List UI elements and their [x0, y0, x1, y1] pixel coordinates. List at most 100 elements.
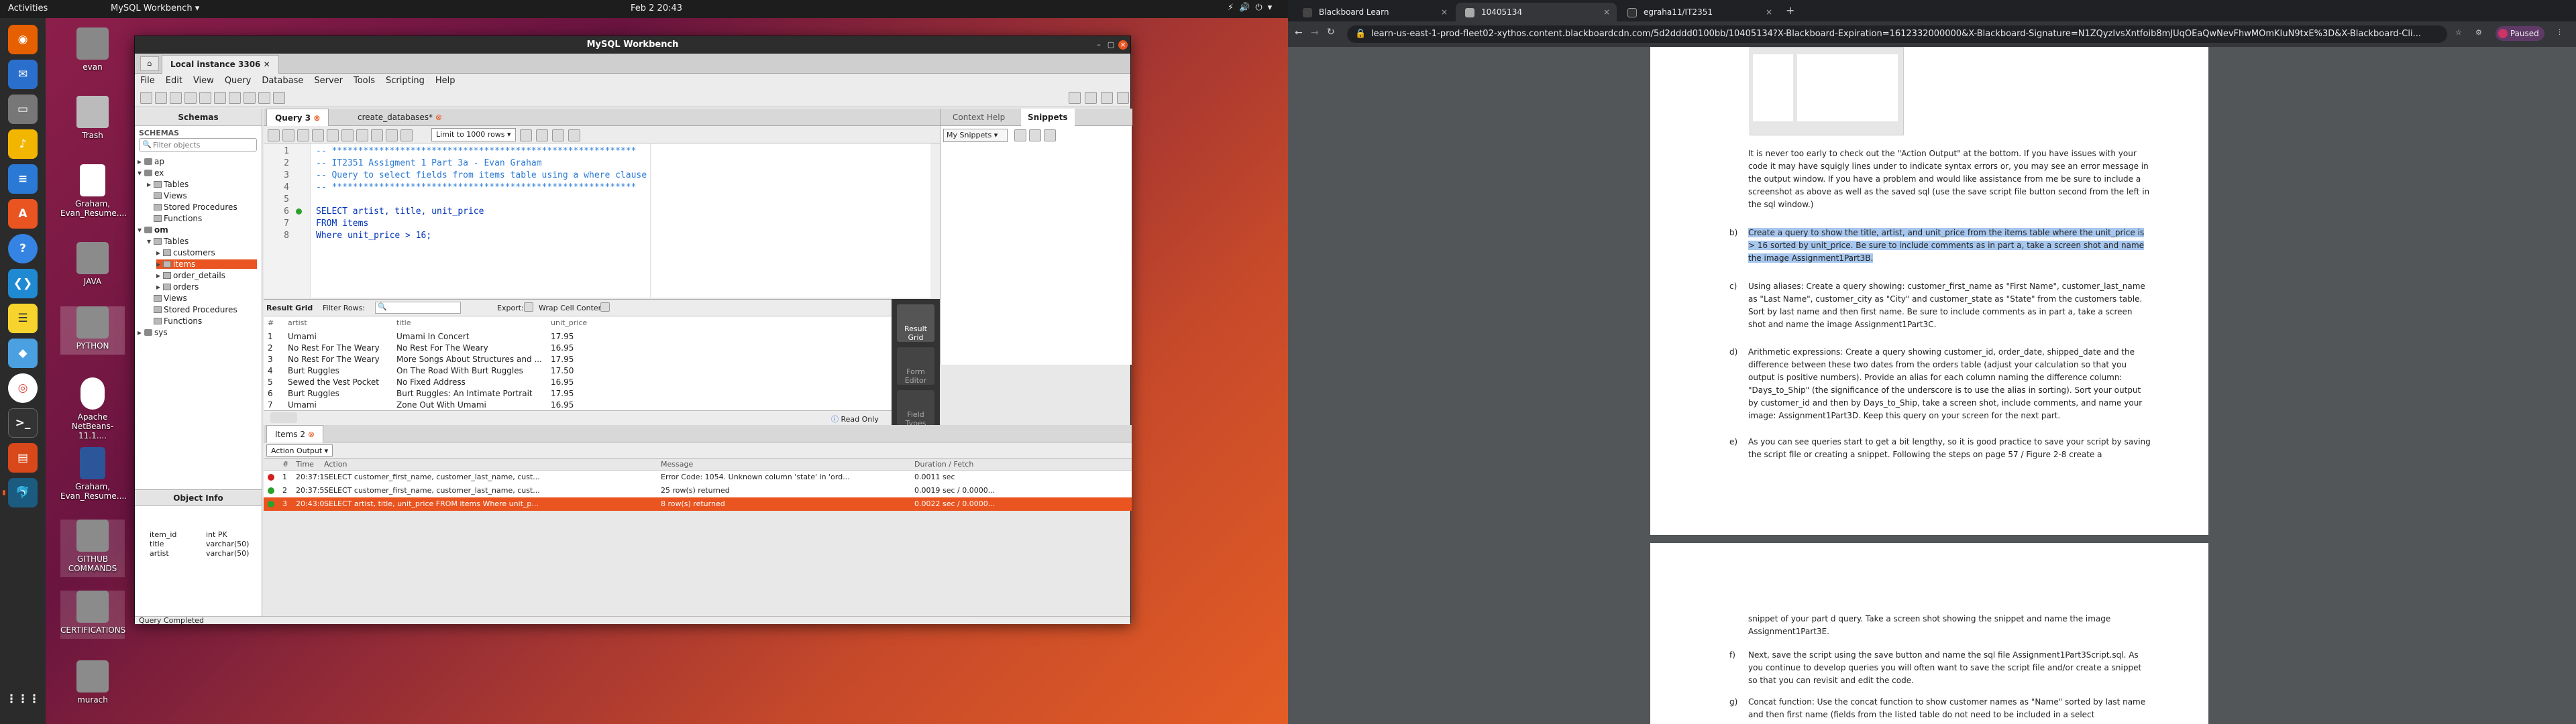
menu-query[interactable]: Query — [219, 74, 257, 88]
snippet-replace-icon[interactable] — [1029, 129, 1041, 141]
limit-select[interactable]: Limit to 1000 rows ▾ — [431, 128, 516, 141]
close-icon[interactable]: ⊗ — [435, 113, 442, 122]
system-tray[interactable]: ⚡🔊⏻▾ — [1228, 3, 1277, 13]
toggle-output-icon[interactable] — [1085, 92, 1097, 104]
tab-github[interactable]: egraha11/IT2351 × — [1618, 3, 1779, 21]
tree-schema-ap[interactable]: ▸ ap — [138, 157, 164, 166]
vscode-icon[interactable]: ❮❯ — [8, 269, 38, 298]
stop-icon[interactable] — [341, 129, 354, 141]
editor-scrollbar[interactable] — [930, 143, 940, 298]
column-header-artist[interactable]: artist — [288, 316, 307, 330]
close-icon[interactable]: × — [1766, 3, 1772, 21]
autocommit-icon[interactable] — [400, 129, 413, 141]
omnibox[interactable]: 🔒 learn-us-east-1-prod-fleet02-xythos.con… — [1347, 25, 2447, 43]
tab-items-2[interactable]: Items 2 ⊗ — [266, 425, 323, 442]
back-icon[interactable]: ← — [1295, 27, 1303, 38]
create-procedure-icon[interactable] — [229, 92, 241, 104]
menu-server[interactable]: Server — [309, 74, 348, 88]
tree-ex-functions[interactable]: Functions — [147, 214, 202, 223]
filter-objects-field[interactable]: 🔍 — [139, 138, 257, 152]
clock[interactable]: Feb 2 20:43 — [631, 3, 682, 13]
title-cell[interactable]: Zone Out With Umami — [396, 398, 547, 410]
settings-icon[interactable] — [1117, 92, 1129, 104]
desktop-icon[interactable]: evan — [60, 27, 125, 72]
help-icon[interactable]: ? — [8, 234, 38, 263]
search-table-icon[interactable] — [258, 92, 270, 104]
menu-edit[interactable]: Edit — [160, 74, 188, 88]
create-view-icon[interactable] — [214, 92, 226, 104]
open-file-icon[interactable] — [268, 129, 280, 141]
new-sql-tab-icon[interactable] — [140, 92, 152, 104]
close-icon[interactable]: × — [1118, 40, 1128, 50]
items-result-tab[interactable] — [270, 412, 297, 423]
snippets-select[interactable]: My Snippets ▾ — [943, 129, 1008, 142]
inspector-icon[interactable] — [170, 92, 182, 104]
tree-schema-sys[interactable]: ▸ sys — [138, 328, 168, 337]
invisible-chars-icon[interactable] — [552, 129, 564, 141]
rollback-icon[interactable] — [386, 129, 398, 141]
explain-icon[interactable] — [327, 129, 339, 141]
commit-icon[interactable] — [371, 129, 383, 141]
chrome-menu-icon[interactable]: ⋮ — [2556, 27, 2563, 36]
wrap-icon[interactable] — [600, 302, 610, 312]
desktop-icon[interactable]: Trash — [60, 96, 125, 140]
toggle-secondary-icon[interactable] — [1101, 92, 1113, 104]
writer-icon[interactable]: ≡ — [8, 164, 38, 194]
firefox-icon[interactable]: ◉ — [8, 25, 38, 54]
open-sql-icon[interactable] — [155, 92, 167, 104]
menu-tools[interactable]: Tools — [348, 74, 380, 88]
beautify-icon[interactable] — [520, 129, 532, 141]
menu-help[interactable]: Help — [430, 74, 461, 88]
reconnect-icon[interactable] — [273, 92, 285, 104]
tree-ex-tables[interactable]: ▸ Tables — [147, 180, 189, 189]
home-icon[interactable]: ⌂ — [140, 56, 159, 71]
tree-schema-om[interactable]: ▾ om — [138, 225, 168, 235]
tree-table-items[interactable]: ▸ items — [156, 259, 257, 269]
desktop-icon[interactable]: PYTHON — [60, 306, 125, 355]
tree-table-orders[interactable]: ▸ orders — [156, 282, 199, 292]
export-icon[interactable] — [524, 302, 533, 312]
connection-tab[interactable]: Local instance 3306 ✕ — [162, 55, 279, 74]
desktop-icon[interactable]: Apache NetBeans-11.1.... — [60, 377, 125, 440]
star-icon[interactable]: ☆ — [2455, 28, 2462, 37]
navigator-tab[interactable]: Schemas — [135, 109, 262, 126]
output-row[interactable]: 2 20:37:53SELECT customer_first_name, cus… — [264, 484, 1132, 497]
tab-snippets[interactable]: Snippets — [1021, 109, 1075, 126]
action-output-select[interactable]: Action Output ▾ — [266, 444, 333, 457]
form-editor-button[interactable]: Form Editor — [897, 347, 934, 385]
column-header-unit-price[interactable]: unit_price — [551, 316, 587, 330]
tab-create-databases[interactable]: create_databases* ⊗ — [350, 109, 450, 126]
sql-editor[interactable]: 1 -- ************************************… — [264, 143, 940, 298]
find-icon[interactable] — [536, 129, 548, 141]
notes-icon[interactable]: ☰ — [8, 304, 38, 333]
artist-cell[interactable]: Umami — [288, 398, 392, 410]
desktop-icon[interactable]: CERTIFICATIONS — [60, 591, 125, 639]
tree-schema-ex[interactable]: ▾ ex — [138, 168, 164, 178]
create-schema-icon[interactable] — [184, 92, 197, 104]
toggle-sidebar-icon[interactable] — [1069, 92, 1081, 104]
tree-om-functions[interactable]: Functions — [147, 316, 202, 326]
files-icon[interactable]: ▭ — [8, 95, 38, 124]
toggle-error-icon[interactable] — [356, 129, 368, 141]
tree-om-tables[interactable]: ▾ Tables — [147, 237, 189, 246]
software-icon[interactable]: A — [8, 199, 38, 229]
close-icon[interactable]: × — [1603, 3, 1610, 21]
tab-10405134[interactable]: 10405134 × — [1456, 3, 1617, 21]
menu-file[interactable]: File — [135, 74, 160, 88]
create-table-icon[interactable] — [199, 92, 211, 104]
cube-app-icon[interactable]: ◆ — [8, 339, 38, 368]
execute-current-icon[interactable] — [312, 129, 324, 141]
profile-button[interactable]: Paused — [2496, 26, 2544, 41]
activities-button[interactable]: Activities — [8, 3, 48, 13]
terminal-icon[interactable]: >_ — [8, 408, 38, 438]
desktop-icon[interactable]: Graham, Evan_Resume.... — [60, 164, 127, 218]
reload-icon[interactable]: ↻ — [1327, 27, 1335, 38]
desktop-icon[interactable]: JAVA — [60, 242, 125, 286]
desktop-icon[interactable]: murach — [60, 660, 125, 705]
desktop-icon[interactable]: GITHUB COMMANDS — [60, 520, 125, 577]
execute-icon[interactable] — [297, 129, 309, 141]
filter-rows-input[interactable]: 🔍 — [375, 302, 461, 314]
row-index[interactable]: 7 — [268, 398, 284, 410]
menu-scripting[interactable]: Scripting — [380, 74, 430, 88]
close-icon[interactable]: ✕ — [264, 60, 270, 69]
